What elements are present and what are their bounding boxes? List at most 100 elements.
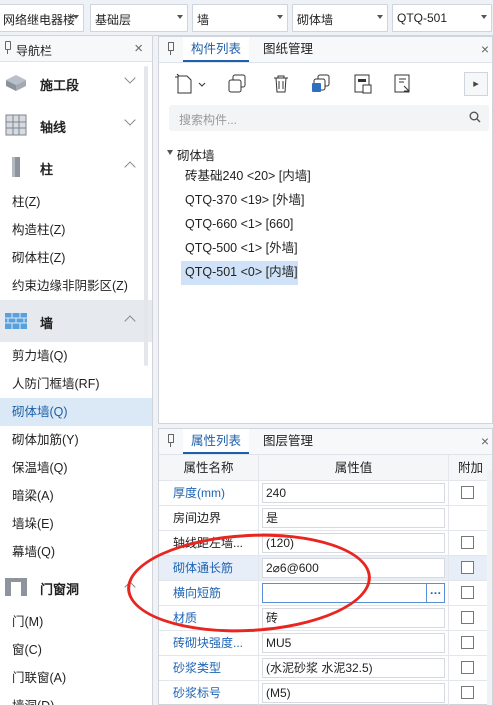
property-value-input[interactable]: (水泥砂浆 水泥32.5)	[262, 658, 445, 678]
tab-property-list[interactable]: 属性列表	[183, 429, 250, 454]
copy-layer-button[interactable]	[309, 72, 333, 96]
new-component-button[interactable]	[173, 72, 207, 96]
close-icon[interactable]: ×	[481, 41, 489, 57]
property-value-input[interactable]: (120)	[262, 533, 445, 553]
nav-item-masonry-wall[interactable]: 砌体墙(Q)	[0, 398, 152, 426]
property-name: 砂浆类型	[159, 656, 259, 680]
search-placeholder: 搜索构件...	[179, 113, 238, 127]
property-value-input[interactable]: 砖	[262, 608, 445, 628]
attach-checkbox[interactable]	[461, 611, 474, 624]
attach-checkbox[interactable]	[461, 561, 474, 574]
property-value-input[interactable]: (M5)	[262, 683, 445, 703]
property-row-short-rebar[interactable]: 横向短筋 …	[159, 581, 492, 606]
floor-copy-icon	[354, 74, 372, 94]
tab-drawing-management[interactable]: 图纸管理	[255, 37, 321, 62]
copy-button[interactable]	[225, 72, 249, 96]
project-dropdown[interactable]: 网络继电器楼	[0, 4, 84, 32]
tree-item-selected[interactable]: QTQ-501 <0> [内墙]	[181, 261, 298, 285]
nav-item-door[interactable]: 门(M)	[0, 608, 152, 636]
property-value-input[interactable]: 是	[262, 508, 445, 528]
header-property-name: 属性名称	[159, 455, 259, 481]
attach-checkbox[interactable]	[461, 661, 474, 674]
property-value-input[interactable]: 2⌀6@600	[262, 558, 445, 578]
nav-category-construction-segment[interactable]: 施工段	[0, 62, 152, 104]
nav-item-wall-pier[interactable]: 墙垛(E)	[0, 510, 152, 538]
header-attach: 附加	[457, 461, 483, 475]
nav-item-civil-defense-wall[interactable]: 人防门框墙(RF)	[0, 370, 152, 398]
attach-checkbox[interactable]	[461, 486, 474, 499]
construction-segment-icon	[6, 75, 26, 91]
component-dropdown[interactable]: QTQ-501	[392, 4, 492, 32]
component-toolbar: ▸	[159, 63, 492, 105]
nav-item-column-z[interactable]: 柱(Z)	[0, 188, 152, 216]
type-dropdown[interactable]: 砌体墙	[292, 4, 388, 32]
tab-layer-management[interactable]: 图层管理	[255, 429, 321, 454]
nav-category-wall[interactable]: 墙	[0, 300, 152, 342]
property-row-brick-strength[interactable]: 砖砌块强度... MU5	[159, 631, 492, 656]
nav-item-shear-wall[interactable]: 剪力墙(Q)	[0, 342, 152, 370]
property-row-mortar-type[interactable]: 砂浆类型 (水泥砂浆 水泥32.5)	[159, 656, 492, 681]
nav-category-column[interactable]: 柱	[0, 146, 152, 188]
property-row-through-rebar[interactable]: 砌体通长筋 2⌀6@600	[159, 556, 492, 581]
nav-item-masonry-column[interactable]: 砌体柱(Z)	[0, 244, 152, 272]
floor-dropdown[interactable]: 基础层	[90, 4, 188, 32]
nav-item-hidden-beam[interactable]: 暗梁(A)	[0, 482, 152, 510]
property-value-input-active[interactable]: …	[262, 583, 445, 603]
nav-item-door-window-combo[interactable]: 门联窗(A)	[0, 664, 152, 692]
attach-checkbox[interactable]	[461, 636, 474, 649]
attach-checkbox[interactable]	[461, 586, 474, 599]
property-name: 轴线距左墙...	[159, 531, 259, 555]
nav-item-window[interactable]: 窗(C)	[0, 636, 152, 664]
tree-root-label: 砌体墙	[177, 149, 215, 163]
attach-checkbox[interactable]	[461, 536, 474, 549]
tree-item[interactable]: QTQ-500 <1> [外墙]	[181, 237, 298, 261]
pin-icon[interactable]	[4, 41, 11, 55]
close-icon[interactable]: ×	[134, 40, 143, 57]
property-value-input[interactable]: MU5	[262, 633, 445, 653]
property-row-material[interactable]: 材质 砖	[159, 606, 492, 631]
tree-item[interactable]: QTQ-370 <19> [外墙]	[181, 189, 305, 213]
chevron-down-icon	[124, 72, 136, 84]
tab-component-list[interactable]: 构件列表	[183, 37, 250, 62]
project-dropdown-value: 网络继电器楼	[3, 13, 76, 27]
property-value-input[interactable]: 240	[262, 483, 445, 503]
toolbar-more-button[interactable]: ▸	[464, 72, 488, 96]
component-search[interactable]: 搜索构件...	[169, 105, 489, 131]
nav-scrollbar[interactable]	[144, 66, 148, 366]
component-tree: 砌体墙 砖基础240 <20> [内墙] QTQ-370 <19> [外墙] Q…	[165, 145, 485, 285]
tree-item[interactable]: 砖基础240 <20> [内墙]	[181, 165, 311, 189]
property-scrollbar[interactable]	[487, 470, 492, 705]
nav-category-label: 柱	[40, 162, 54, 177]
category-dropdown[interactable]: 墙	[192, 4, 288, 32]
property-row-thickness[interactable]: 厚度(mm) 240	[159, 481, 492, 506]
attach-checkbox[interactable]	[461, 686, 474, 699]
nav-item-construction-column[interactable]: 构造柱(Z)	[0, 216, 152, 244]
nav-title: 导航栏	[16, 44, 53, 58]
close-icon[interactable]: ×	[481, 433, 489, 449]
import-button[interactable]	[391, 72, 415, 96]
pin-icon[interactable]	[167, 434, 174, 448]
ellipsis-icon[interactable]: …	[426, 584, 444, 602]
property-row-room-boundary[interactable]: 房间边界 是	[159, 506, 492, 531]
tree-root-masonry-wall[interactable]: 砌体墙	[165, 145, 485, 165]
nav-item-insulation-wall[interactable]: 保温墙(Q)	[0, 454, 152, 482]
nav-item-wall-opening[interactable]: 墙洞(D)	[0, 692, 152, 705]
search-icon[interactable]	[469, 111, 481, 123]
nav-item-constraint-edge[interactable]: 约束边缘非阴影区(Z)	[0, 272, 152, 300]
property-name: 砖砌块强度...	[159, 631, 259, 655]
property-name: 材质	[159, 606, 259, 630]
property-row-axis-offset[interactable]: 轴线距左墙... (120)	[159, 531, 492, 556]
nav-category-door-window[interactable]: 门窗洞	[0, 566, 152, 608]
pin-icon[interactable]	[167, 42, 174, 56]
floor-copy-button[interactable]	[351, 72, 375, 96]
nav-category-axis[interactable]: 轴线	[0, 104, 152, 146]
copy-layer-icon	[312, 74, 330, 92]
delete-button[interactable]	[269, 72, 293, 96]
property-row-mortar-grade[interactable]: 砂浆标号 (M5)	[159, 681, 492, 705]
nav-item-curtain-wall[interactable]: 幕墙(Q)	[0, 538, 152, 566]
navigation-panel: 导航栏 × 施工段 轴线 柱 柱(Z) 构造柱(Z) 砌体柱(Z) 约束边缘非阴…	[0, 36, 153, 705]
property-panel: 属性列表 图层管理 × 属性名称 属性值 附加 厚度(mm) 240 房间边界 …	[158, 428, 493, 705]
tree-item[interactable]: QTQ-660 <1> [660]	[181, 213, 293, 237]
tree-expand-icon[interactable]	[167, 150, 173, 155]
nav-item-masonry-rebar[interactable]: 砌体加筋(Y)	[0, 426, 152, 454]
